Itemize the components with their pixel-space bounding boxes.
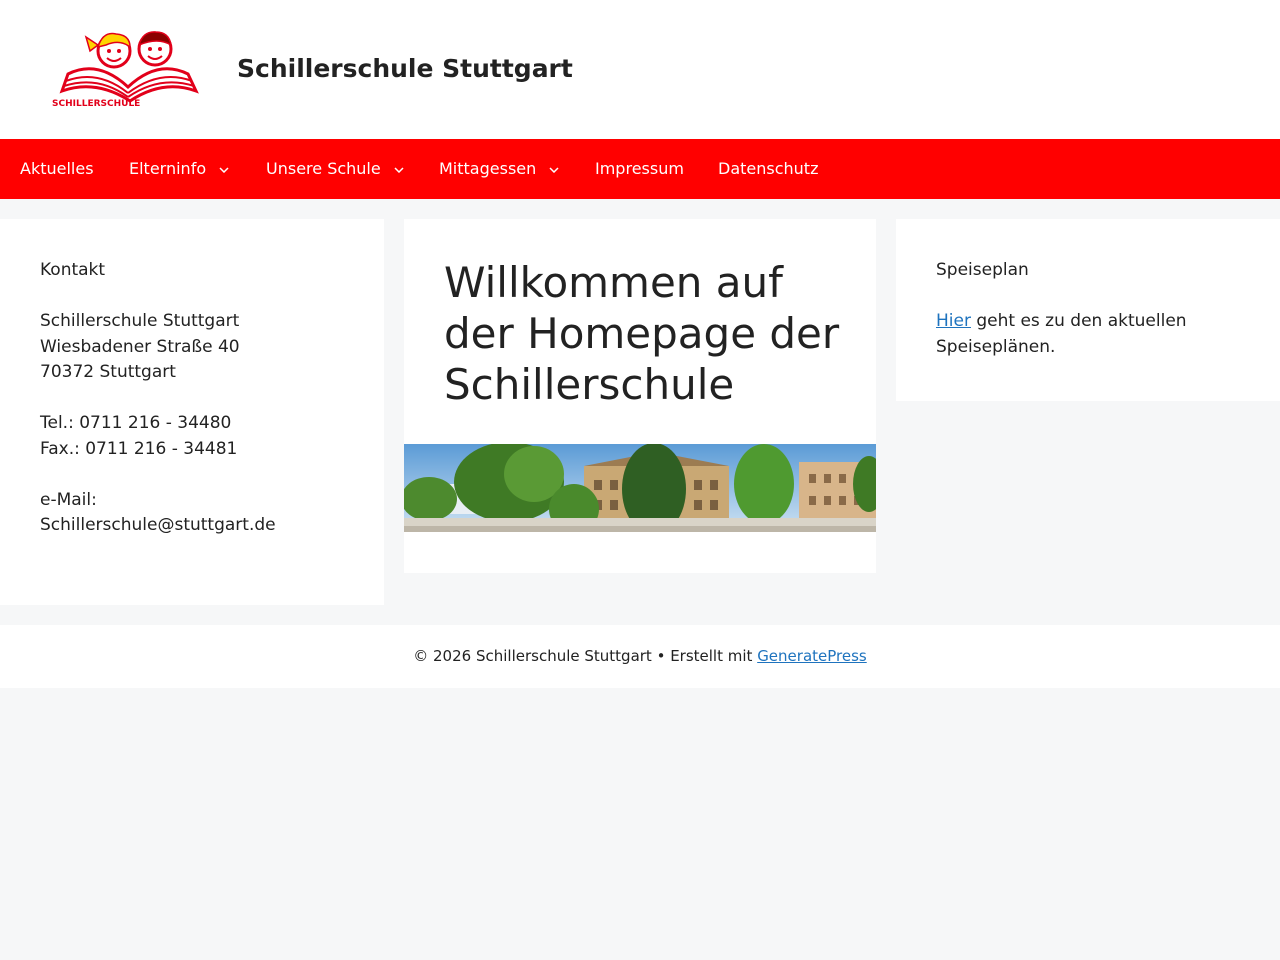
nav-item-label: Aktuelles	[20, 159, 94, 178]
nav-item-datenschutz[interactable]: Datenschutz	[718, 139, 818, 199]
contact-city: 70372 Stuttgart	[40, 362, 176, 382]
menu-plan-text-rest: geht es zu den aktuellen	[970, 311, 1187, 331]
menu-plan-text-line2: Speiseplänen.	[936, 337, 1056, 357]
contact-fax: Fax.: 0711 216 - 34481	[40, 439, 238, 459]
nav-item-mittagessen[interactable]: Mittagessen	[439, 139, 559, 199]
site-header: SCHILLERSCHULE Schillerschule Stuttgart	[0, 0, 1280, 139]
contact-email: Schillerschule@stuttgart.de	[40, 515, 276, 535]
nav-item-elterninfo[interactable]: Elterninfo	[129, 139, 229, 199]
contact-widget: Kontakt Schillerschule Stuttgart Wiesbad…	[0, 219, 384, 605]
school-logo[interactable]: SCHILLERSCHULE	[48, 29, 208, 111]
nav-item-label: Impressum	[595, 159, 684, 178]
nav-item-label: Elterninfo	[129, 159, 207, 178]
contact-name: Schillerschule Stuttgart	[40, 311, 240, 331]
nav-item-unsere-schule[interactable]: Unsere Schule	[266, 139, 404, 199]
contact-email-label: e-Mail:	[40, 490, 97, 510]
chevron-down-icon[interactable]	[394, 138, 404, 198]
chevron-down-icon[interactable]	[219, 138, 229, 198]
site-title[interactable]: Schillerschule Stuttgart	[237, 54, 573, 83]
nav-item-label: Mittagessen	[439, 159, 537, 178]
menu-plan-widget: Speiseplan Hier geht es zu den aktuellen…	[896, 219, 1280, 401]
chevron-down-icon[interactable]	[549, 138, 559, 198]
nav-item-label: Datenschutz	[718, 159, 819, 178]
nav-item-impressum[interactable]: Impressum	[595, 139, 684, 199]
menu-plan-link[interactable]: Hier	[936, 311, 971, 331]
logo-text: SCHILLERSCHULE	[52, 99, 140, 109]
contact-phone: Tel.: 0711 216 - 34480	[40, 413, 232, 433]
main-content: Willkommen auf der Homepage der Schiller…	[404, 219, 876, 573]
nav-item-label: Unsere Schule	[266, 159, 381, 178]
menu-plan-text: Hier geht es zu den aktuellen	[936, 309, 1187, 335]
nav-item-aktuelles[interactable]: Aktuelles	[20, 139, 94, 199]
school-banner-image	[404, 444, 876, 532]
contact-street: Wiesbadener Straße 40	[40, 337, 240, 357]
footer-copyright: © 2026 Schillerschule Stuttgart • Erstel…	[413, 647, 758, 665]
widget-title: Kontakt	[40, 260, 106, 280]
widget-title: Speiseplan	[936, 260, 1029, 280]
main-navigation: Aktuelles Elterninfo Unsere Schule Mitta…	[0, 139, 1280, 199]
generatepress-link[interactable]: GeneratePress	[757, 647, 867, 665]
page-title: Willkommen auf der Homepage der Schiller…	[444, 258, 840, 409]
site-footer: © 2026 Schillerschule Stuttgart • Erstel…	[0, 625, 1280, 688]
